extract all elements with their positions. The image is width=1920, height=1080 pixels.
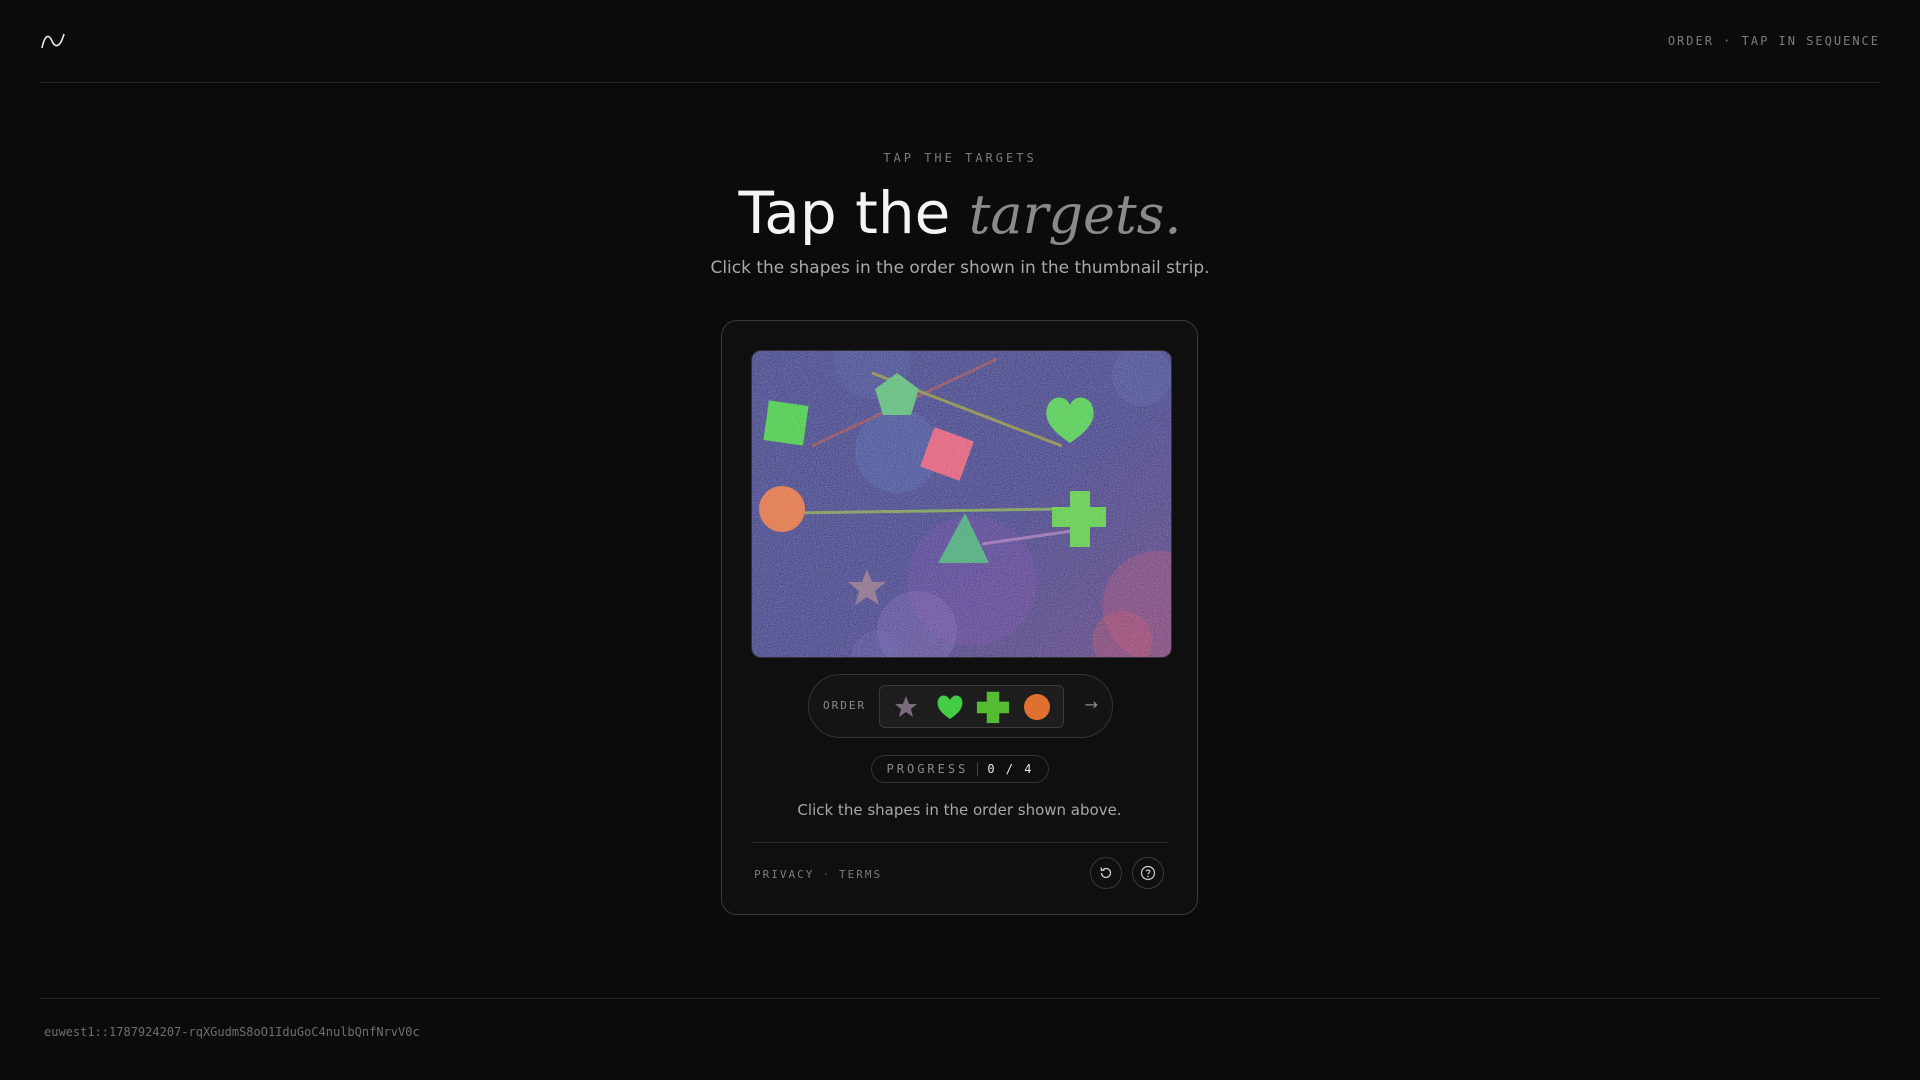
wave-logo-icon[interactable] — [40, 31, 66, 51]
thumbnail-strip — [879, 685, 1064, 728]
progress-value: 0 / 4 — [987, 762, 1034, 776]
order-strip-container: ORDER → — [808, 674, 1113, 738]
thumb-star[interactable] — [889, 690, 923, 724]
title-main: Tap the — [738, 179, 951, 247]
cross-icon — [977, 691, 1010, 723]
instruction-text: Click the shapes in the order shown abov… — [797, 801, 1122, 819]
title-italic: targets. — [968, 183, 1182, 246]
progress-label: PROGRESS — [887, 762, 979, 776]
progress-badge: PROGRESS 0 / 4 — [871, 755, 1049, 783]
page-subtitle: Click the shapes in the order shown in t… — [710, 258, 1210, 278]
session-id: euwest1::1787924207-rqXGudmS8oO1IduGoC4n… — [44, 1025, 420, 1039]
link-separator: · — [822, 868, 831, 881]
page-title: Tap the targets. — [0, 178, 1920, 250]
terms-link[interactable]: TERMS — [839, 868, 882, 881]
top-bar: ORDER · TAP IN SEQUENCE — [40, 0, 1880, 83]
order-label: ORDER — [823, 699, 867, 712]
thumb-cross[interactable] — [976, 690, 1010, 724]
help-icon — [1140, 865, 1156, 881]
heart-icon — [937, 695, 963, 719]
mode-label: ORDER · TAP IN SEQUENCE — [1667, 34, 1880, 48]
footer-divider — [40, 998, 1880, 999]
help-button[interactable] — [1132, 857, 1164, 889]
refresh-button[interactable] — [1090, 857, 1122, 889]
star-icon — [894, 695, 917, 717]
circle-icon — [1024, 693, 1051, 720]
footer-links: PRIVACY · TERMS — [754, 868, 882, 881]
privacy-link[interactable]: PRIVACY — [754, 868, 814, 881]
arrow-right-icon[interactable]: → — [1085, 695, 1098, 714]
thumb-heart[interactable] — [933, 690, 967, 724]
eyebrow-label: TAP THE TARGETS — [883, 151, 1037, 165]
refresh-icon — [1100, 867, 1112, 879]
thumb-circle[interactable] — [1020, 690, 1054, 724]
challenge-card: ORDER → PROGRESS 0 / 4 Click the shapes … — [721, 320, 1198, 915]
challenge-canvas[interactable] — [751, 350, 1172, 658]
card-divider — [751, 842, 1168, 843]
